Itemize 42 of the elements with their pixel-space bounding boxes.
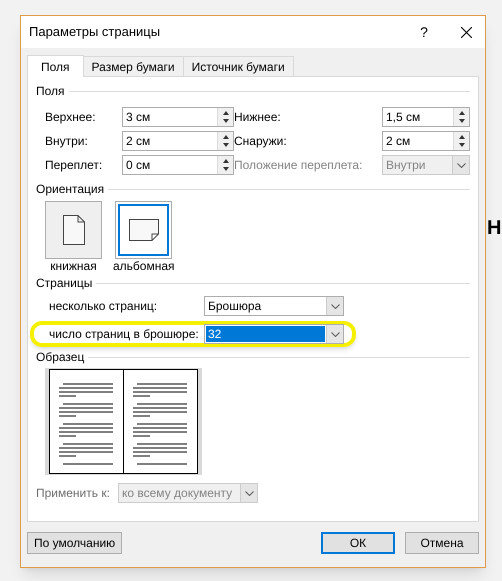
orientation-label: альбомная: [113, 259, 175, 273]
field-label: Переплет:: [45, 157, 104, 174]
chevron-down-icon: [456, 162, 466, 168]
chevron-down-icon: [330, 332, 340, 336]
dialog-button[interactable]: Отмена: [405, 532, 479, 554]
field-label: Верхнее:: [45, 109, 97, 126]
spin-field[interactable]: 2 см: [122, 131, 234, 151]
field-label: Нижнее:: [234, 109, 282, 126]
orientation-label: книжная: [50, 259, 97, 273]
orientation-option[interactable]: [45, 201, 102, 259]
document-text: Н: [487, 216, 502, 240]
field-label: Внутри:: [45, 133, 89, 150]
window-title: Параметры страницы: [29, 23, 162, 42]
dropdown-value: Брошюра: [207, 298, 262, 314]
tab[interactable]: Размер бумаги: [82, 56, 184, 76]
field-label: несколько страниц:: [49, 298, 158, 315]
field-label: Применить к:: [36, 485, 111, 502]
tab[interactable]: Поля: [27, 55, 84, 77]
dialog-button[interactable]: По умолчанию: [27, 532, 122, 554]
page-icon: [128, 219, 159, 241]
dropdown-value: 32: [206, 326, 325, 342]
field-label: Положение переплета:: [234, 157, 364, 174]
spin-field[interactable]: 0 см: [122, 155, 234, 175]
chevron-down-icon: [330, 304, 340, 308]
dropdown[interactable]: 32: [204, 324, 344, 344]
section-title: Страницы: [36, 275, 92, 292]
tab[interactable]: Источник бумаги: [182, 56, 294, 76]
help-button[interactable]: ?: [409, 22, 439, 42]
orientation-option[interactable]: [115, 201, 172, 259]
field-label: число страниц в брошюре:: [49, 326, 200, 343]
dialog-button[interactable]: ОК: [321, 532, 395, 554]
section-title: Ориентация: [36, 181, 104, 198]
close-icon: [460, 26, 472, 38]
spin-field[interactable]: 2 см: [382, 131, 470, 151]
field-label: Снаружи:: [234, 133, 288, 150]
chevron-down-icon: [244, 490, 254, 496]
page-icon: [62, 215, 84, 245]
spin-field[interactable]: 1,5 см: [382, 107, 470, 127]
dropdown[interactable]: Брошюра: [204, 296, 344, 316]
section-title: Поля: [36, 83, 65, 100]
spin-field[interactable]: 3 см: [122, 107, 234, 127]
section-title: Образец: [36, 349, 84, 366]
